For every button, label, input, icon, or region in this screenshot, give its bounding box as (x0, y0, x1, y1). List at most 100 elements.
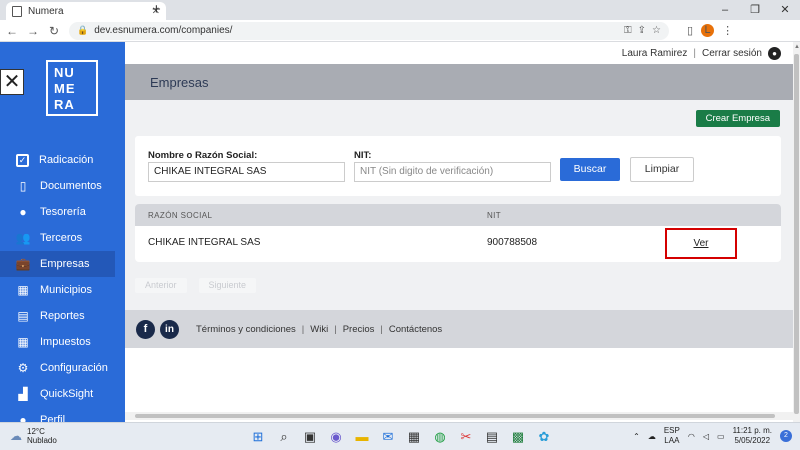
back-button[interactable]: ← (3, 24, 21, 38)
minimize-button[interactable]: – (710, 0, 740, 20)
reload-button[interactable]: ↻ (45, 24, 63, 38)
app-icon[interactable]: ✿ (534, 427, 554, 447)
sidebar-item-empresas[interactable]: 💼 Empresas (0, 251, 115, 277)
sidebar-item-label: Documentos (40, 180, 102, 192)
weather-text: 12°C Nublado (27, 427, 57, 445)
nit-input[interactable]: NIT (Sin digito de verificación) (354, 162, 551, 182)
terms-link[interactable]: Términos y condiciones (196, 324, 296, 335)
nit-label: NIT: (354, 150, 372, 161)
sidebar-item-label: Configuración (40, 362, 108, 374)
key-icon[interactable]: ⚿ (624, 25, 632, 36)
logo-line: ME (54, 81, 76, 96)
scroll-up-icon[interactable]: ▲ (794, 44, 800, 50)
vertical-scrollbar[interactable]: ▲ (793, 42, 800, 422)
start-icon[interactable]: ⊞ (248, 427, 268, 447)
forward-button[interactable]: → (24, 24, 42, 38)
taskbar-apps: ⊞ ⌕ ▣ ◉ ▬ ✉ ▦ ◍ ✂ ▤ ▩ ✿ (248, 427, 554, 447)
filter-card: Nombre o Razón Social: CHIKAE INTEGRAL S… (135, 136, 781, 196)
wifi-icon[interactable]: ◠ (688, 432, 695, 441)
page-title: Empresas (125, 64, 793, 100)
file-explorer-icon[interactable]: ▬ (352, 427, 372, 447)
mail-icon[interactable]: ✉ (378, 427, 398, 447)
calculator-app-icon[interactable]: ▦ (404, 427, 424, 447)
footer: f in Términos y condiciones | Wiki | Pre… (125, 310, 793, 348)
keyboard-layout: LAA (664, 436, 680, 445)
new-tab-button[interactable]: + (152, 1, 161, 18)
gear-icon: ⚙ (17, 361, 29, 375)
numera-logo: NU ME RA (46, 60, 98, 116)
sidebar-item-perfil[interactable]: ● Perfil (0, 407, 125, 422)
clock[interactable]: 11:21 p. m. 5/05/2022 (733, 426, 772, 446)
facebook-icon[interactable]: f (136, 319, 155, 339)
close-window-button[interactable]: ✕ (770, 0, 800, 20)
more-menu-icon[interactable]: ⋮ (722, 24, 733, 37)
user-name: Laura Ramirez (621, 47, 688, 59)
calculator-icon[interactable]: ▤ (482, 427, 502, 447)
separator: | (334, 323, 337, 335)
sidebar-item-configuracion[interactable]: ⚙ Configuración (0, 355, 125, 381)
next-page-button[interactable]: Siguiente (198, 278, 257, 293)
name-input[interactable]: CHIKAE INTEGRAL SAS (148, 162, 345, 182)
scrollbar-thumb[interactable] (135, 414, 775, 418)
sidebar-item-radicacion[interactable]: ✓ Radicación (0, 147, 125, 173)
chrome-icon[interactable]: ◍ (430, 427, 450, 447)
briefcase-icon: 💼 (15, 257, 31, 271)
volume-icon[interactable]: ◁ (703, 432, 709, 441)
user-icon[interactable]: ● (768, 46, 781, 60)
cloud-tray-icon[interactable]: ☁ (648, 432, 656, 441)
create-company-button[interactable]: Crear Empresa (695, 110, 780, 127)
column-header-nit: NIT (487, 211, 502, 220)
language-indicator[interactable]: ESP LAA (664, 426, 680, 446)
search-button[interactable]: Buscar (560, 158, 620, 181)
bookmark-star-icon[interactable]: ☆ (652, 25, 661, 36)
excel-icon[interactable]: ▩ (508, 427, 528, 447)
battery-icon[interactable]: ▭ (717, 432, 725, 441)
view-company-link[interactable]: Ver (665, 228, 737, 259)
table-row: CHIKAE INTEGRAL SAS 900788508 Ver (135, 226, 781, 260)
prices-link[interactable]: Precios (343, 324, 375, 335)
contact-link[interactable]: Contáctenos (389, 324, 442, 335)
url-text: dev.esnumera.com/companies/ (94, 25, 233, 36)
users-icon: 👥 (15, 231, 31, 245)
sidebar-item-label: Terceros (40, 232, 83, 244)
chevron-up-icon[interactable]: ⌃ (633, 432, 640, 441)
browser-profile-avatar[interactable]: L (701, 24, 715, 37)
snipping-tool-icon[interactable]: ✂ (456, 427, 476, 447)
sidebar-item-label: Municipios (40, 284, 92, 296)
maximize-button[interactable]: ❐ (740, 0, 770, 20)
main-content: Laura Ramirez | Cerrar sesión ● Empresas… (125, 42, 793, 422)
clear-button[interactable]: Limpiar (630, 157, 694, 182)
sidebar-item-quicksight[interactable]: ▟ QuickSight (0, 381, 125, 407)
url-input[interactable]: 🔒 dev.esnumera.com/companies/ ⚿ ⇪ ☆ (69, 21, 669, 40)
wiki-link[interactable]: Wiki (310, 324, 328, 335)
cloud-icon: ☁ (10, 429, 22, 443)
logo-line: NU (54, 65, 75, 80)
side-panel-icon[interactable]: ▯ (687, 24, 693, 37)
sidebar-item-tesoreria[interactable]: ● Tesorería (0, 199, 125, 225)
task-view-icon[interactable]: ▣ (300, 427, 320, 447)
footer-links: Términos y condiciones | Wiki | Precios … (196, 324, 442, 335)
sidebar-item-municipios[interactable]: ▦ Municipios (0, 277, 125, 303)
sidebar-item-terceros[interactable]: 👥 Terceros (0, 225, 125, 251)
linkedin-icon[interactable]: in (160, 319, 179, 339)
close-menu-icon[interactable]: ✕ (0, 69, 24, 95)
horizontal-scrollbar[interactable] (125, 412, 793, 420)
share-icon[interactable]: ⇪ (638, 25, 646, 36)
notification-badge[interactable]: 2 (780, 430, 792, 442)
separator: | (693, 47, 696, 59)
sidebar-item-impuestos[interactable]: ▦ Impuestos (0, 329, 125, 355)
scrollbar-thumb[interactable] (794, 54, 799, 414)
companies-table: RAZÓN SOCIAL NIT CHIKAE INTEGRAL SAS 900… (135, 204, 781, 262)
logout-link[interactable]: Cerrar sesión (702, 48, 762, 59)
sidebar-item-reportes[interactable]: ▤ Reportes (0, 303, 125, 329)
sidebar-item-label: Radicación (39, 154, 94, 166)
previous-page-button[interactable]: Anterior (135, 278, 187, 293)
check-icon: ✓ (16, 153, 29, 167)
weather-widget[interactable]: ☁ 12°C Nublado (10, 427, 57, 445)
search-icon[interactable]: ⌕ (274, 427, 294, 447)
browser-tab[interactable]: Numera ✕ (6, 2, 166, 20)
sidebar-item-documentos[interactable]: ▯ Documentos (0, 173, 125, 199)
system-tray: ⌃ ☁ ESP LAA ◠ ◁ ▭ 11:21 p. m. 5/05/2022 … (633, 426, 792, 446)
map-icon: ▦ (17, 283, 29, 297)
chat-icon[interactable]: ◉ (326, 427, 346, 447)
